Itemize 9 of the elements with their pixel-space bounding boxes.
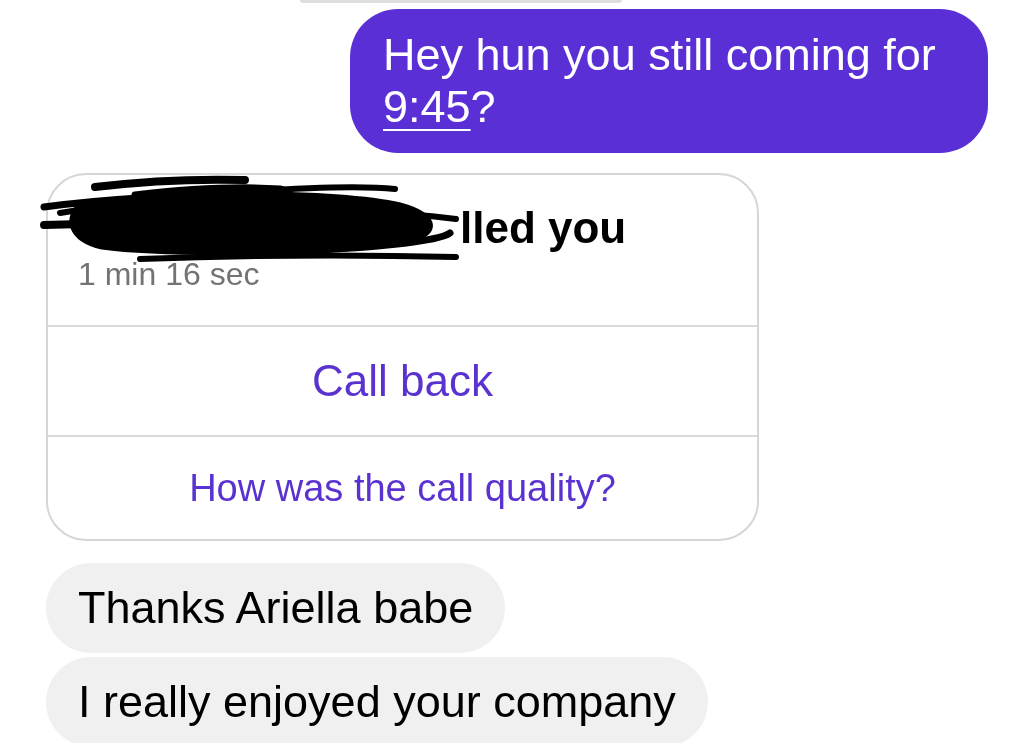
call-title: lled you (460, 202, 627, 254)
message-text: I really enjoyed your company (78, 676, 676, 727)
question-mark-text: ? (470, 81, 496, 132)
time-link[interactable]: 9:45 (383, 81, 471, 132)
message-text: Thanks Ariella babe (78, 582, 474, 633)
call-duration: 1 min 16 sec (78, 256, 260, 292)
call-back-button[interactable]: Call back (48, 325, 757, 435)
call-quality-button[interactable]: How was the call quality? (48, 435, 757, 539)
message-text: Hey hun you still coming for (383, 29, 936, 80)
